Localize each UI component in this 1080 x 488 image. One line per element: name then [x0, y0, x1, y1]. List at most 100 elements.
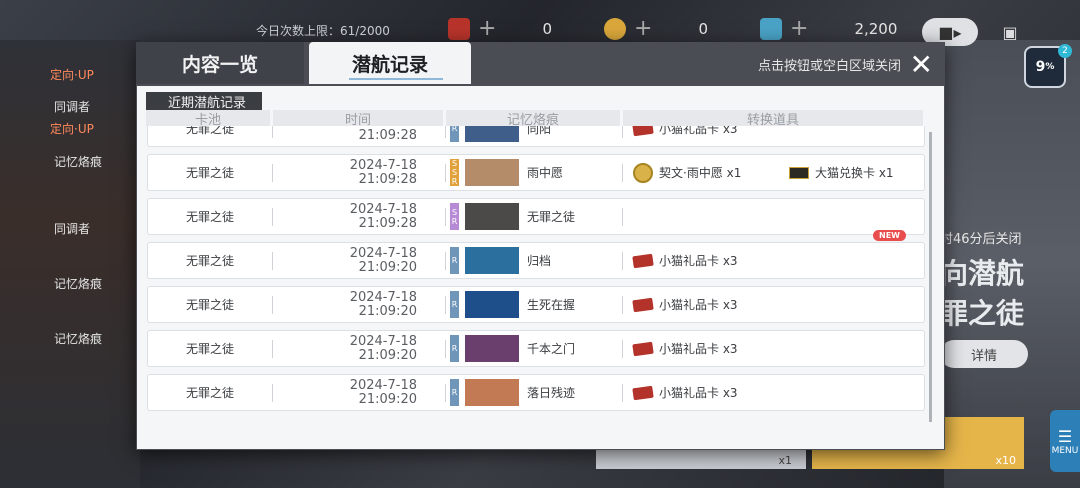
gift-card-icon [448, 17, 470, 40]
star-coin-icon [604, 17, 626, 40]
record-clock: 21:09:20 [358, 259, 417, 275]
record-time: 2024-7-1821:09:28 [273, 157, 445, 187]
pool-label[interactable]: 记忆烙痕 [54, 330, 102, 347]
resource-counter-3: + 2,200 [760, 16, 897, 41]
record-clock: 21:09:20 [358, 303, 417, 319]
add-icon[interactable]: + [478, 16, 496, 41]
section-subtitle: 近期潜航记录 [146, 92, 263, 111]
pool-label[interactable]: 记忆烙痕 [54, 153, 102, 170]
record-panel: 近期潜航记录 卡池 时间 记忆烙痕 转换道具 无罪之徒2024-7-1821:0… [137, 86, 944, 449]
memory-cell[interactable]: S S R 雨中愿 [446, 159, 622, 186]
gift-card-icon [632, 385, 654, 400]
badge-percent: 9 [1035, 59, 1046, 75]
memory-thumbnail [465, 203, 519, 230]
banner-title-line2: 罪之徒 [940, 297, 1025, 330]
rarity-tag: R [450, 126, 459, 142]
record-date: 2024-7-18 [349, 289, 417, 305]
memory-cell[interactable]: R 同阳 [446, 126, 622, 142]
record-time: 2024-7-18 21:09:20 [273, 245, 445, 275]
reward-item: 契文·雨中愿 x1 [659, 166, 742, 180]
pool-label[interactable]: 同调者 [54, 98, 90, 115]
memory-cell[interactable]: R 归档 [446, 247, 622, 274]
pool-label[interactable]: 同调者 [54, 220, 90, 237]
reward-item: 小猫礼品卡 x3 [659, 298, 738, 312]
banner-countdown: 时46分后关闭 [940, 232, 1022, 247]
memory-cell[interactable]: R 落日残迹 [446, 379, 622, 406]
memory-thumbnail [465, 247, 519, 274]
record-date: 2024-7-18 [349, 201, 417, 217]
pool-name: 无罪之徒 [185, 342, 234, 356]
reward-item: 小猫礼品卡 x3 [659, 342, 738, 356]
close-icon[interactable]: ✕ [910, 48, 933, 81]
column-header-items: 转换道具 [623, 110, 923, 128]
gift-card-icon [632, 253, 654, 268]
gift-card-icon [632, 297, 654, 312]
reward-item: 小猫礼品卡 x3 [659, 126, 738, 136]
memory-name: 雨中愿 [527, 166, 564, 180]
memory-name: 无罪之徒 [527, 210, 576, 224]
scrollbar[interactable] [929, 132, 932, 422]
column-header-time: 时间 [273, 110, 443, 128]
record-time: 2024-7-1821:09:28 [273, 201, 445, 231]
memory-cell[interactable]: R 千本之门 [446, 335, 622, 362]
banner-title-line1: 向潜航 [940, 257, 1025, 290]
table-row: 无罪之徒 2024-7-18 21:09:28 S S R 雨中愿 契文·雨中愿 x1 大猫兑换… [147, 154, 925, 191]
memory-name: 归档 [527, 254, 552, 268]
memory-name: 生死在握 [527, 298, 576, 312]
menu-icon: ☰ [1057, 426, 1073, 446]
close-hint-text: 点击按钮或空白区域关闭 [757, 59, 901, 74]
add-icon[interactable]: + [790, 16, 808, 41]
record-list[interactable]: 无罪之徒2024-7-1821:09:28R同阳小猫礼品卡 x3无罪之徒2024… [137, 126, 944, 446]
table-row: 无罪之徒 2024-7-18 21:09:20 R 千本之门 小猫礼品卡 x3 [147, 330, 925, 367]
table-row: 无罪之徒 2024-7-18 21:09:20 R 归档 小猫礼品卡 x3 [147, 242, 925, 279]
resource-counter-2: + 0 [604, 16, 708, 41]
badge-percent-sign: % [1045, 62, 1055, 72]
dive-record-modal: 内容一览 潜航记录 点击按钮或空白区域关闭 ✕ 近期潜航记录 卡池 时间 记忆烙… [136, 42, 945, 450]
new-badge: NEW [873, 229, 906, 241]
memory-cell[interactable]: R 生死在握 [446, 291, 622, 318]
resource-value: 0 [698, 19, 708, 38]
tab-content-overview[interactable]: 内容一览 [136, 42, 304, 84]
gift-card-icon [632, 341, 654, 356]
pool-label[interactable]: 记忆烙痕 [54, 275, 102, 292]
memory-thumbnail [465, 291, 519, 318]
record-date: 2024-7-18 [349, 245, 417, 261]
memory-cell[interactable]: S R 无罪之徒 [446, 203, 622, 230]
table-row: 无罪之徒 2024-7-18 21:09:20 R 生死在握 小猫礼品卡 x3 [147, 286, 925, 323]
reward-cell: 小猫礼品卡 x3 [623, 340, 924, 357]
rarity-tag: R [450, 247, 459, 274]
resource-value: 0 [542, 19, 552, 38]
reward-cell: 小猫礼品卡 x3 [623, 296, 924, 313]
memory-name: 落日残迹 [527, 386, 576, 400]
exchange-ticket-icon [789, 166, 809, 179]
detail-button[interactable]: 详情 [940, 340, 1028, 368]
reward-item-2-label: 大猫兑换卡 x1 [815, 166, 894, 180]
menu-label: MENU [1051, 445, 1079, 456]
tab-dive-record[interactable]: 潜航记录 [309, 42, 471, 84]
record-time: 2024-7-18 21:09:20 [273, 334, 445, 363]
record-time: 2024-7-18 21:09:20 [273, 289, 445, 319]
memory-name: 同阳 [527, 126, 552, 136]
ten-count: x10 [995, 454, 1016, 467]
single-count: x1 [778, 454, 792, 467]
rarity-tag: R [450, 335, 459, 362]
table-row: 无罪之徒 2024-7-18 21:09:28 S R 无罪之徒 NEW [147, 198, 925, 241]
notification-count: 2 [1058, 44, 1072, 58]
resource-counter-1: + 0 [448, 16, 552, 41]
image-icon[interactable]: ▣ [986, 18, 1034, 46]
reward-cell: 契文·雨中愿 x1 大猫兑换卡 x1 [623, 162, 924, 183]
menu-button[interactable]: ☰ MENU [1050, 410, 1080, 472]
pool-name: 无罪之徒 [185, 386, 234, 400]
record-clock: 21:09:20 [358, 347, 417, 363]
pool-name: 无罪之徒 [185, 298, 234, 312]
rarity-tag: SR [450, 203, 459, 230]
add-icon[interactable]: + [634, 16, 652, 41]
record-date: 2024-7-18 [349, 157, 417, 173]
pool-tag-up: 定向·UP [50, 68, 94, 82]
reward-item: 小猫礼品卡 x3 [659, 254, 738, 268]
pool-name: 无罪之徒 [185, 210, 234, 224]
pen-icon [760, 17, 782, 40]
memory-thumbnail [465, 335, 519, 362]
pool-name: 无罪之徒 [185, 126, 234, 136]
gift-card-icon [632, 126, 654, 136]
